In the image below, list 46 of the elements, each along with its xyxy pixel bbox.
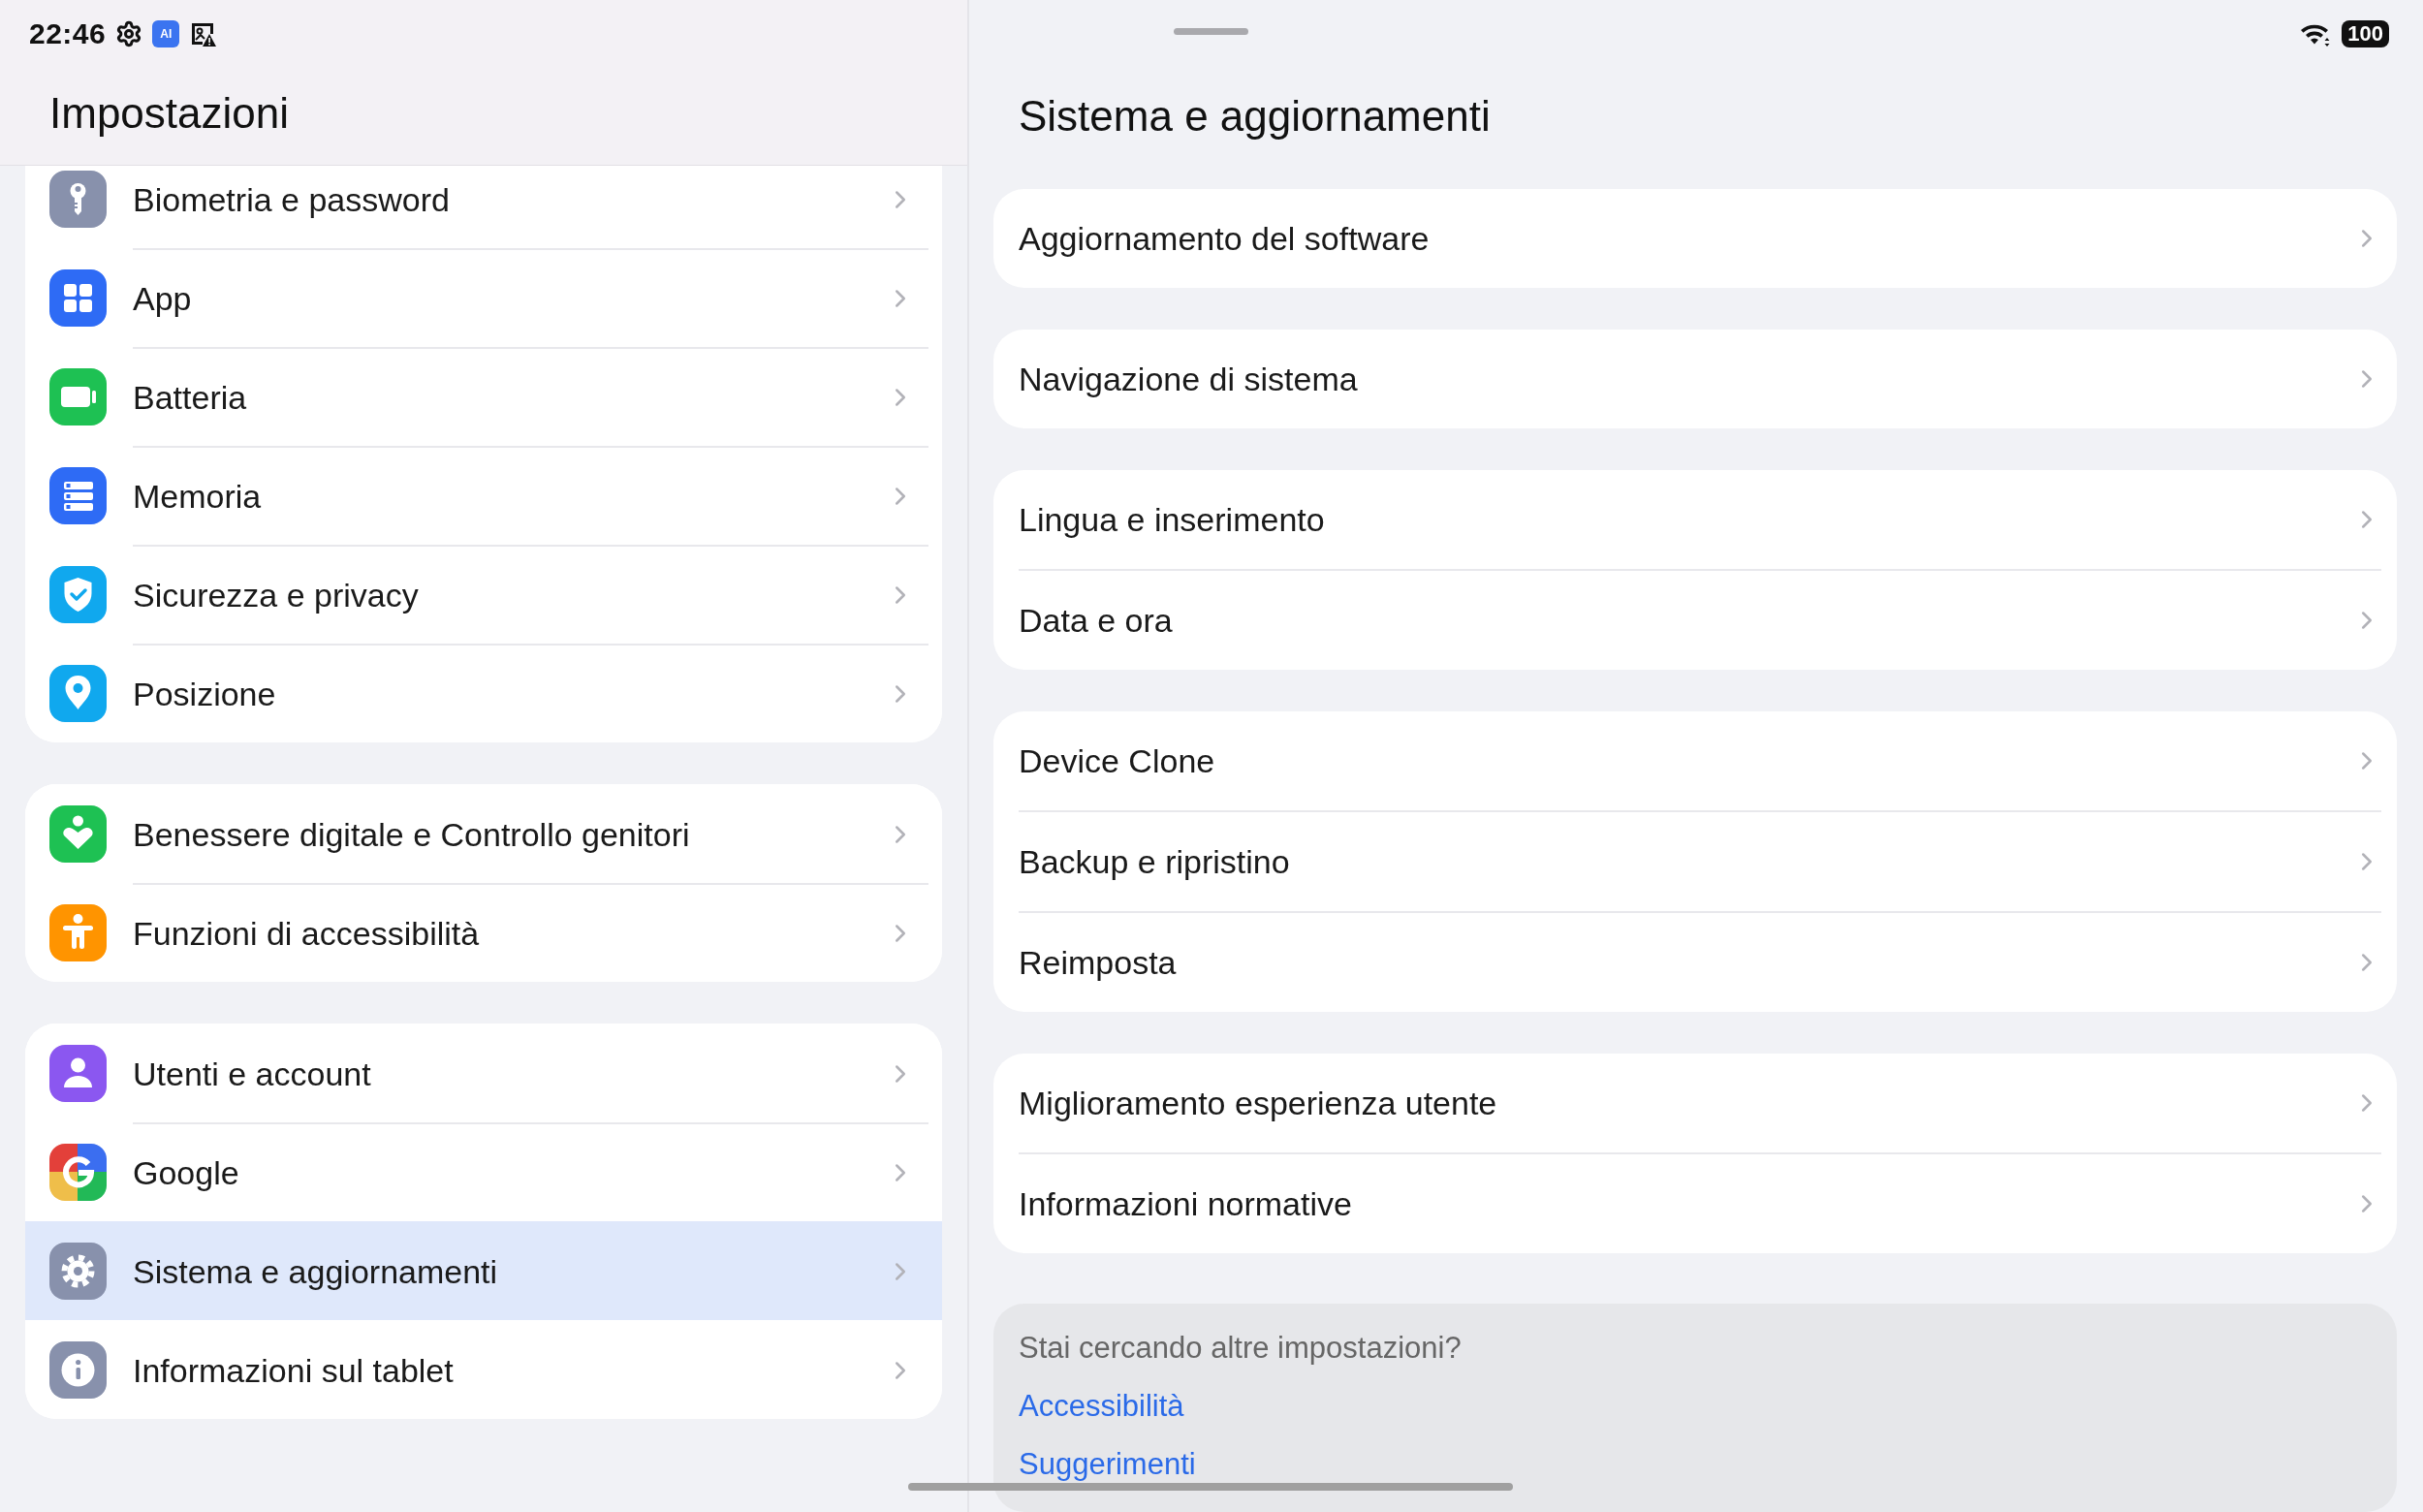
setting-label[interactable]: Informazioni normative (1019, 1184, 1352, 1223)
setting-label[interactable]: Device Clone (1019, 741, 1215, 780)
sidebar-title: Impostazioni (48, 88, 290, 138)
sidebar-item[interactable]: Sistema e aggiornamenti (25, 1221, 942, 1320)
key-icon (49, 170, 107, 228)
setting-label[interactable]: Backup e ripristino (1019, 842, 1290, 881)
shield-badge: AI (152, 20, 180, 47)
suggestions-prompt: Stai cercando altre impostazioni? (1019, 1331, 1463, 1366)
item-label: Funzioni di accessibilità (133, 914, 480, 953)
location-pin-icon (49, 664, 107, 722)
home-indicator[interactable] (908, 1483, 1513, 1491)
grid-icon (49, 268, 107, 327)
item-label: Biometria e password (133, 180, 450, 219)
item-label: Sistema e aggiornamenti (133, 1252, 498, 1291)
page-title: Sistema e aggiornamenti (1018, 91, 1492, 142)
setting-label[interactable]: Data e ora (1019, 601, 1173, 640)
storage-icon (49, 466, 107, 524)
item-label: App (133, 279, 192, 318)
google-icon (49, 1143, 107, 1201)
user-icon (49, 1044, 107, 1102)
shield-icon (49, 565, 107, 623)
item-label: Google (133, 1153, 239, 1192)
battery-icon (49, 367, 107, 425)
setting-label[interactable]: Reimposta (1019, 943, 1177, 982)
suggestion-link[interactable]: Suggerimenti (1019, 1447, 1196, 1482)
drag-handle[interactable] (1174, 28, 1248, 35)
item-label: Benessere digitale e Controllo genitori (133, 815, 690, 854)
item-label: Sicurezza e privacy (133, 576, 419, 614)
setting-label[interactable]: Miglioramento esperienza utente (1019, 1084, 1497, 1122)
setting-label[interactable]: Aggiornamento del software (1019, 219, 1430, 258)
settings-icon (115, 20, 143, 47)
accessibility-icon (49, 903, 107, 961)
settings-icon (49, 1242, 107, 1300)
item-label: Batteria (133, 378, 247, 417)
setting-label[interactable]: Lingua e inserimento (1019, 500, 1325, 539)
clock: 22:46 (29, 17, 107, 50)
battery-level: 100 (2342, 20, 2389, 47)
item-label: Utenti e account (133, 1055, 371, 1093)
item-label: Posizione (133, 675, 276, 713)
heart-person-icon (49, 804, 107, 863)
info-icon (49, 1340, 107, 1399)
setting-label[interactable]: Navigazione di sistema (1019, 360, 1358, 398)
item-label: Informazioni sul tablet (133, 1351, 454, 1390)
suggestion-link[interactable]: Accessibilità (1019, 1389, 1184, 1424)
item-label: Memoria (133, 477, 262, 516)
image-warning-icon (189, 20, 217, 47)
